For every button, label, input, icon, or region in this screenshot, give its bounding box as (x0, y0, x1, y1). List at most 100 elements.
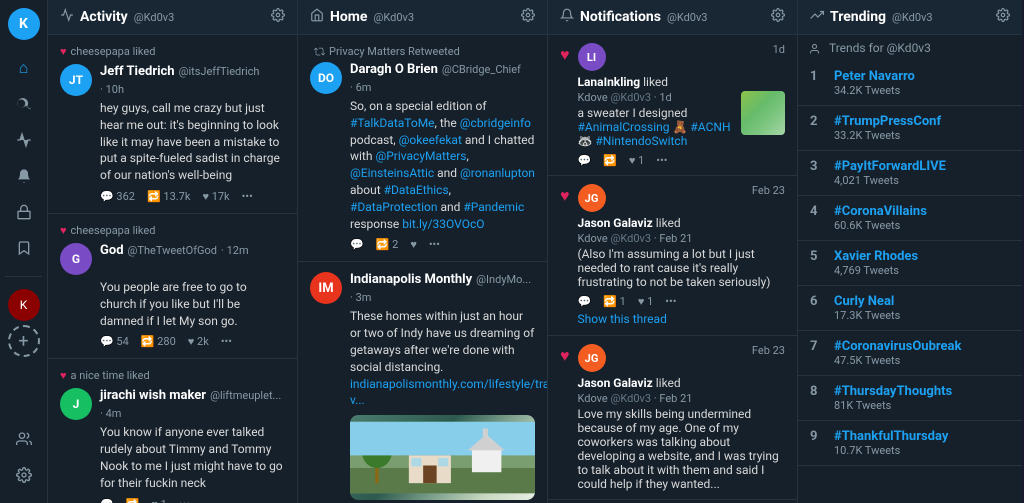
sidebar-user-icon[interactable]: K (8, 289, 40, 321)
like-action[interactable]: ♥ 1 (151, 498, 166, 503)
tweet-meta: ♥ cheesepapa liked (60, 45, 285, 58)
home-column-header: Home @Kd0v3 (298, 0, 547, 35)
trending-col-icon (810, 8, 824, 26)
user-avatar[interactable]: K (8, 8, 40, 40)
home-title: Home (330, 9, 367, 25)
sidebar-icon-settings[interactable] (8, 459, 40, 491)
home-handle: @Kd0v3 (373, 11, 414, 24)
sidebar-icon-home[interactable]: ⌂ (8, 52, 40, 84)
retweet-action[interactable]: 🔁 1 (603, 295, 626, 308)
home-settings-icon[interactable] (521, 8, 535, 26)
trending-item[interactable]: 2 #TrumpPressConf 33.2K Tweets (798, 106, 1022, 151)
columns-container: Activity @Kd0v3 ♥ cheesepapa liked JT Je… (48, 0, 1024, 503)
heart-icon: ♥ (60, 45, 67, 58)
tweet-item: ♥ cheesepapa liked JT Jeff Tiedrich @its… (48, 35, 297, 214)
retweet-action[interactable]: 🔁 2 (376, 238, 399, 251)
like-action[interactable]: ♥ 1 (638, 295, 653, 308)
sidebar-icon-home2[interactable] (8, 196, 40, 228)
tweet-time: · 4m (100, 407, 121, 420)
trending-count: 10.7K Tweets (834, 444, 1010, 457)
sidebar-icon-activity[interactable] (8, 124, 40, 156)
trending-handle: @Kd0v3 (892, 11, 933, 24)
tweet-body: hey guys, call me crazy but just hear me… (100, 100, 285, 184)
tweet-username: Jeff Tiedrich (100, 64, 175, 79)
trending-name: #PayItForwardLIVE (834, 159, 1010, 174)
notifications-title: Notifications (580, 9, 661, 25)
trending-item[interactable]: 6 Curly Neal 17.3K Tweets (798, 286, 1022, 331)
sidebar-icon-bookmark[interactable] (8, 232, 40, 264)
more-action[interactable]: ••• (221, 335, 232, 348)
tweet-item: ♥ cheesepapa liked G God @TheTweetOfGod … (48, 214, 297, 359)
reply-action[interactable]: 💬 (578, 295, 592, 308)
like-action[interactable]: ♥ 17k (202, 190, 229, 203)
trending-count: 34.2K Tweets (834, 84, 1010, 97)
tweet-meta: ♥ cheesepapa liked (60, 224, 285, 237)
like-action[interactable]: ♥ 2k (188, 335, 209, 348)
show-thread-link[interactable]: Show this thread (578, 312, 667, 326)
retweet-action[interactable]: 🔁 (603, 154, 617, 167)
trending-info: Peter Navarro 34.2K Tweets (834, 69, 1010, 97)
trending-item[interactable]: 9 #ThankfulThursday 10.7K Tweets (798, 421, 1022, 466)
notifications-settings-icon[interactable] (771, 8, 785, 26)
tweet-body: These homes within just an hour or two o… (350, 308, 535, 409)
trending-info: #TrumpPressConf 33.2K Tweets (834, 114, 1010, 142)
sidebar-icon-bell[interactable] (8, 160, 40, 192)
trending-settings-icon[interactable] (996, 8, 1010, 26)
trending-name: #CoronavirusOubreak (834, 339, 1010, 354)
reply-action[interactable]: 💬 (350, 238, 364, 251)
reply-action[interactable]: 💬 (578, 154, 592, 167)
avatar: LI (578, 43, 606, 71)
trending-item[interactable]: 3 #PayItForwardLIVE 4,021 Tweets (798, 151, 1022, 196)
more-action[interactable]: ••• (665, 295, 676, 308)
retweet-action[interactable]: 🔁 (126, 498, 140, 503)
notifications-column-header: Notifications @Kd0v3 (548, 0, 797, 35)
more-action[interactable]: ••• (179, 498, 190, 503)
trending-info: #PayItForwardLIVE 4,021 Tweets (834, 159, 1010, 187)
trending-rank: 7 (810, 339, 826, 354)
trending-name: #TrumpPressConf (834, 114, 1010, 129)
like-action[interactable]: ♥ 1 (629, 154, 644, 167)
activity-feed: ♥ cheesepapa liked JT Jeff Tiedrich @its… (48, 35, 297, 503)
like-icon: ♥ (560, 45, 570, 65)
trending-info: Curly Neal 17.3K Tweets (834, 294, 1010, 322)
like-action[interactable]: ♥ (410, 238, 417, 251)
tweet-header: G God @TheTweetOfGod · 12m (60, 243, 285, 275)
sidebar-icon-users[interactable] (8, 423, 40, 455)
trending-rank: 4 (810, 204, 826, 219)
more-action[interactable]: ••• (656, 154, 667, 167)
more-action[interactable]: ••• (429, 238, 440, 251)
retweet-action[interactable]: 🔁 280 (141, 335, 176, 348)
activity-column-header: Activity @Kd0v3 (48, 0, 297, 35)
trending-rank: 5 (810, 249, 826, 264)
trending-item[interactable]: 4 #CoronaVillains 60.6K Tweets (798, 196, 1022, 241)
sidebar-divider (5, 276, 43, 277)
notif-actions: 💬 🔁 ♥ 1 ••• (578, 154, 786, 167)
trending-item[interactable]: 1 Peter Navarro 34.2K Tweets (798, 61, 1022, 106)
tweet-time: · 6m (350, 81, 371, 94)
tweet-username: jirachi wish maker (100, 388, 206, 403)
trending-item[interactable]: 7 #CoronavirusOubreak 47.5K Tweets (798, 331, 1022, 376)
sidebar-add-column[interactable]: + (8, 325, 40, 357)
trending-item[interactable]: 8 #ThursdayThoughts 81K Tweets (798, 376, 1022, 421)
notifications-column: Notifications @Kd0v3 ♥ LI (548, 0, 798, 503)
notif-from: Kdove @Kd0v3 · 1d (578, 91, 734, 104)
trending-count: 4,769 Tweets (834, 264, 1010, 277)
trending-count: 81K Tweets (834, 399, 1010, 412)
notifications-handle: @Kd0v3 (667, 11, 708, 24)
activity-settings-icon[interactable] (271, 8, 285, 26)
activity-title: Activity (80, 9, 128, 25)
reply-action[interactable]: 💬 362 (100, 190, 135, 203)
notif-content: (Also I'm assuming a lot but I just need… (578, 247, 786, 289)
more-action[interactable]: ••• (242, 190, 253, 203)
trending-item[interactable]: 5 Xavier Rhodes 4,769 Tweets (798, 241, 1022, 286)
reply-action[interactable]: 💬 54 (100, 335, 129, 348)
sidebar-icon-search[interactable] (8, 88, 40, 120)
retweet-action[interactable]: 🔁 13.7k (147, 190, 190, 203)
tweet-username: Daragh O Brien (350, 62, 438, 77)
tweet-header: IM Indianapolis Monthly @IndyMo... · 3m (310, 272, 535, 304)
avatar: JT (60, 64, 92, 96)
reply-action[interactable]: 💬 (100, 498, 114, 503)
trending-name: Peter Navarro (834, 69, 1010, 84)
retweet-by-text: Privacy Matters Retweeted (329, 45, 460, 58)
notification-item: ♥ JG Feb 23 Jason Galaviz liked Kdove @K… (548, 176, 797, 336)
